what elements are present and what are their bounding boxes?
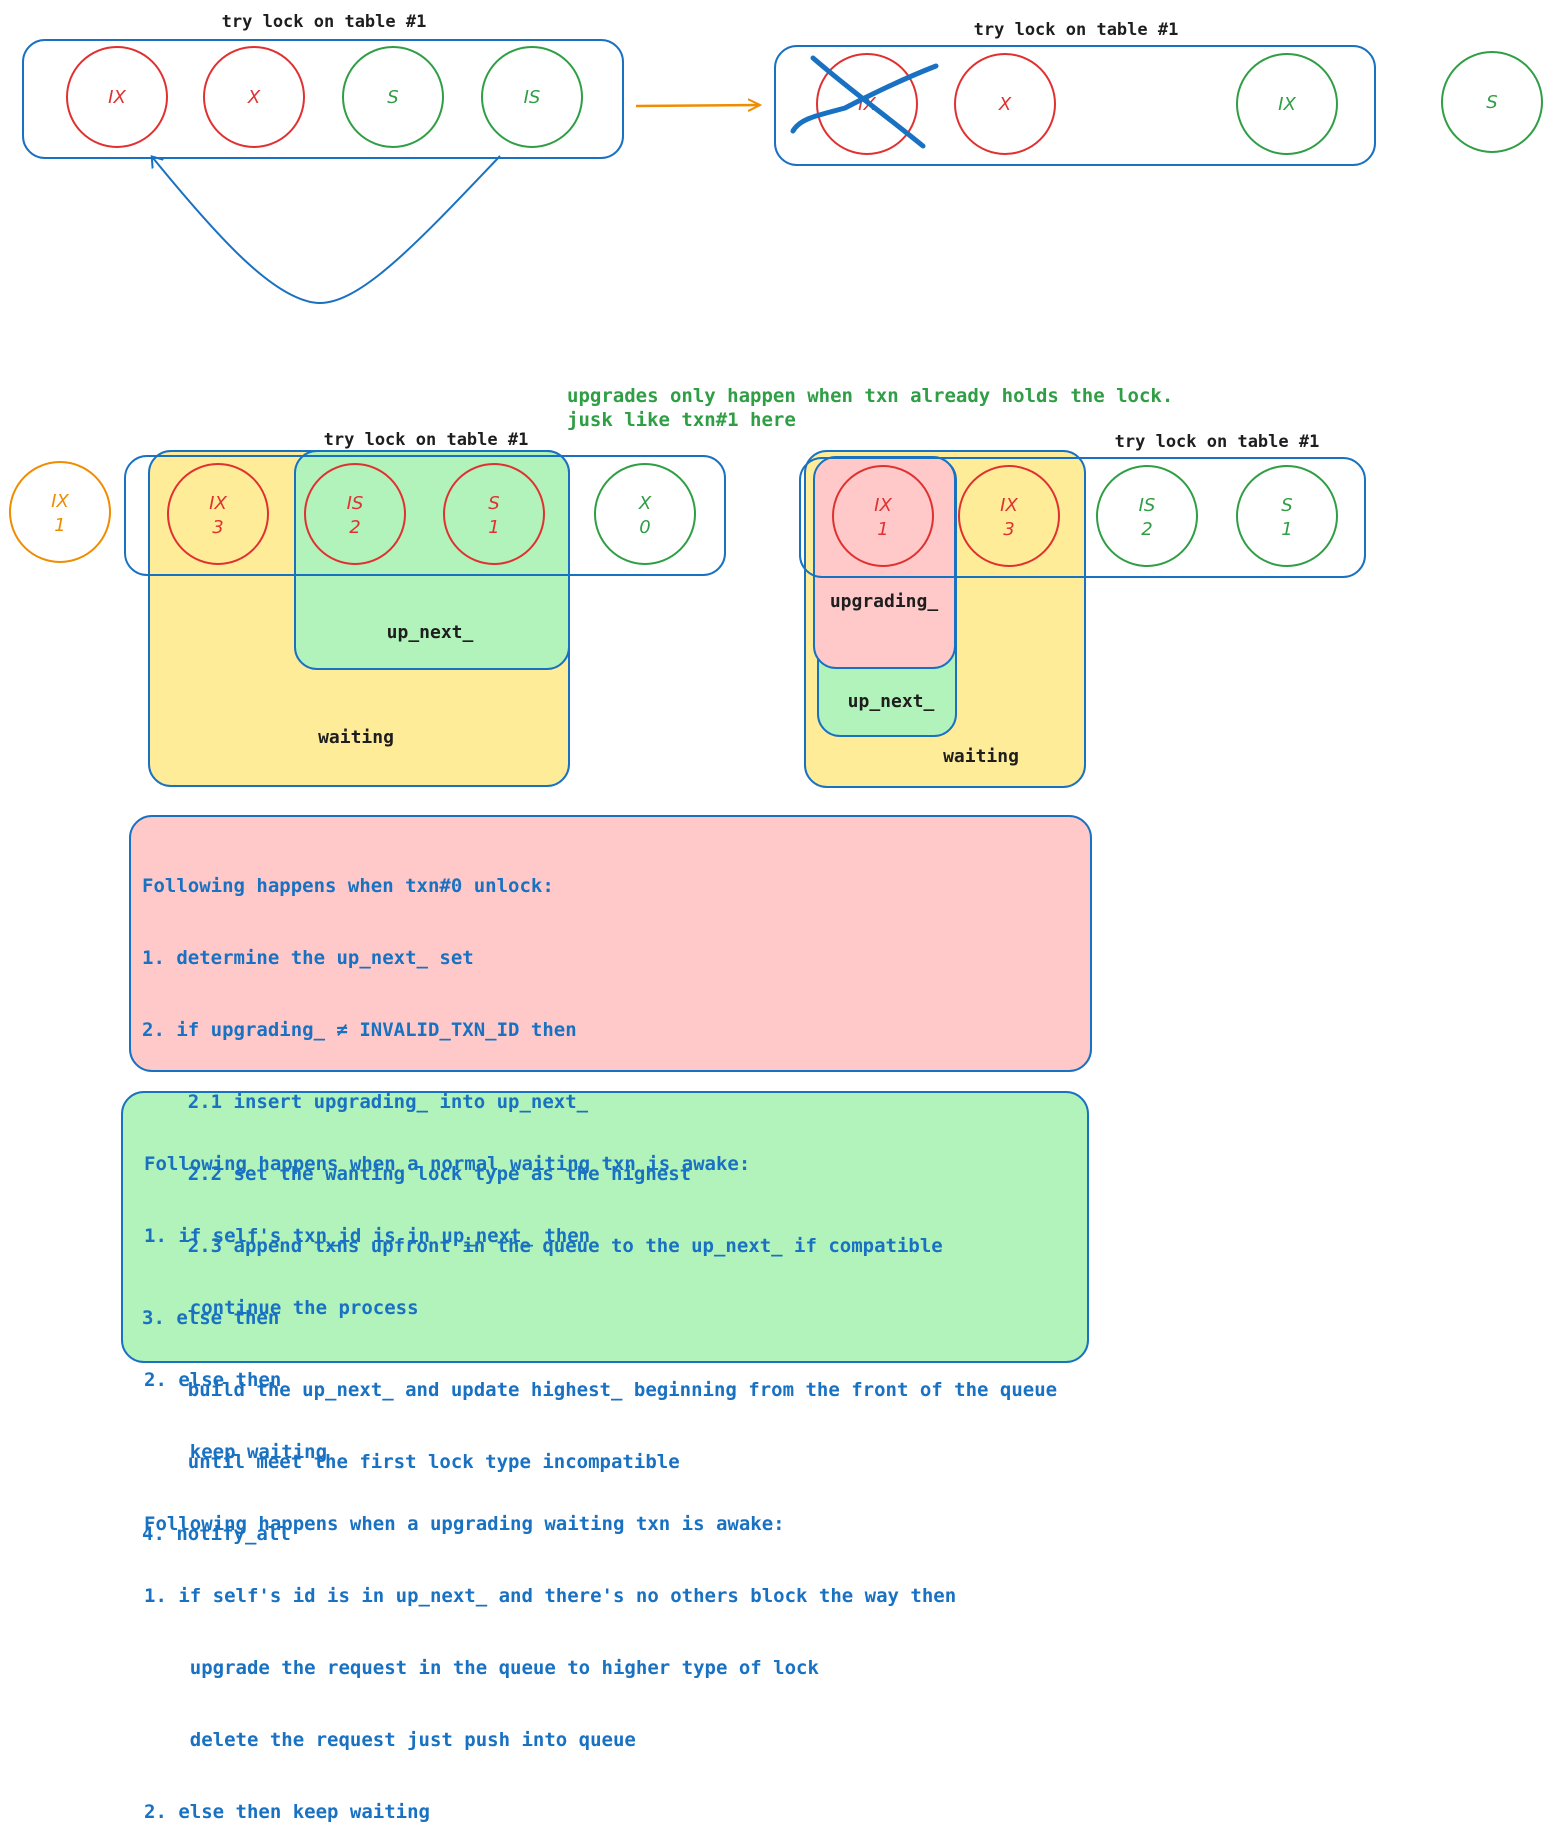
upgrade-request-node: IX 1 bbox=[9, 461, 111, 563]
lock-request-node-label: IS bbox=[524, 87, 541, 108]
lock-request-node-label: IX bbox=[108, 87, 126, 108]
awake-step-line: 1. if self's txn_id is in up_next_ then bbox=[144, 1225, 591, 1247]
panel1-nodes: IX X S IS bbox=[66, 46, 583, 148]
panel2-title: try lock on table #1 bbox=[974, 20, 1179, 40]
strike-line-1 bbox=[810, 55, 926, 149]
lock-request-node-txn-id: 2 bbox=[349, 517, 360, 538]
panel3-waiting-label: waiting bbox=[318, 727, 394, 748]
lock-request-node-circle bbox=[594, 463, 696, 565]
awake-step-line: 1. if self's id is in up_next_ and there… bbox=[144, 1585, 957, 1607]
upgrade-request-node-txn-id: 1 bbox=[54, 515, 65, 536]
lock-request-node: IX bbox=[1236, 53, 1338, 155]
lock-request-node-txn-id: 3 bbox=[212, 517, 223, 538]
panel4-up-next-label: up_next_ bbox=[848, 691, 935, 712]
lock-request-node-txn-id: 1 bbox=[877, 519, 888, 540]
lock-request-node-label: IX bbox=[1278, 94, 1296, 115]
unlock-step-line: 1. determine the up_next_ set bbox=[142, 947, 474, 969]
lock-request-node-label: IX bbox=[874, 495, 892, 516]
lock-request-node-label: S bbox=[387, 87, 398, 108]
panel4-waiting-label: waiting bbox=[943, 746, 1019, 767]
panel3-title: try lock on table #1 bbox=[324, 430, 529, 450]
panel2-nodes: IX X IX S bbox=[816, 51, 1543, 155]
awake-step-line: keep waiting bbox=[144, 1441, 328, 1463]
lock-request-node: S bbox=[342, 46, 444, 148]
incoming-request-node: S bbox=[1441, 51, 1543, 153]
lock-request-node-label: S bbox=[1281, 495, 1292, 516]
lock-request-node-circle bbox=[1096, 465, 1198, 567]
lock-request-node-label: IX bbox=[1000, 495, 1018, 516]
lock-request-node-label: S bbox=[488, 493, 499, 514]
awake-step-line: 2. else then keep waiting bbox=[144, 1801, 430, 1823]
panel4-title: try lock on table #1 bbox=[1115, 432, 1320, 452]
awake-step-line: continue the process bbox=[144, 1297, 419, 1319]
lock-request-node-txn-id: 0 bbox=[639, 517, 650, 538]
lock-request-node-label: IS bbox=[347, 493, 364, 514]
lock-request-node: IX bbox=[66, 46, 168, 148]
lock-request-node: X bbox=[954, 53, 1056, 155]
lock-request-node-label: X bbox=[247, 87, 261, 108]
upgrade-note-line1: upgrades only happen when txn already ho… bbox=[567, 385, 1173, 407]
awake-step-line: upgrade the request in the queue to high… bbox=[144, 1657, 819, 1679]
lock-request-node-label: X bbox=[638, 493, 652, 514]
unlock-step-line: Following happens when txn#0 unlock: bbox=[142, 875, 554, 897]
lock-request-node-label: IS bbox=[1139, 495, 1156, 516]
unlock-step-line: 2. if upgrading_ ≠ INVALID_TXN_ID then bbox=[142, 1019, 577, 1041]
awake-steps-text: Following happens when a normal waiting … bbox=[144, 1104, 956, 1848]
awake-step-line: Following happens when a upgrading waiti… bbox=[144, 1513, 785, 1535]
panel4-upgrading-label: upgrading_ bbox=[830, 591, 939, 612]
panel3-up-next-label: up_next_ bbox=[387, 622, 474, 643]
lock-request-node: IS bbox=[481, 46, 583, 148]
lock-request-node: IS 2 bbox=[1096, 465, 1198, 567]
panel4-upgrading-region bbox=[813, 456, 956, 669]
panel1-title: try lock on table #1 bbox=[222, 12, 427, 32]
lock-request-node-label: IX bbox=[209, 493, 227, 514]
lock-request-node: S1 bbox=[1236, 465, 1338, 567]
lock-request-node-txn-id: 2 bbox=[1141, 519, 1152, 540]
lock-request-node-circle bbox=[1236, 465, 1338, 567]
lock-request-node: X bbox=[203, 46, 305, 148]
lock-request-node: X0 bbox=[594, 463, 696, 565]
awake-step-line: Following happens when a normal waiting … bbox=[144, 1153, 751, 1175]
upgrade-request-node-circle bbox=[9, 461, 111, 563]
lock-request-node-txn-id: 1 bbox=[1281, 519, 1292, 540]
transition-arrow bbox=[635, 105, 760, 106]
lock-request-node-txn-id: 3 bbox=[1003, 519, 1014, 540]
upgrade-request-node-label: IX bbox=[51, 491, 69, 512]
incoming-request-node-label: S bbox=[1486, 92, 1497, 113]
awake-step-line: 2. else then bbox=[144, 1369, 282, 1391]
lock-request-node-txn-id: 1 bbox=[488, 517, 499, 538]
lock-request-node-label: X bbox=[998, 94, 1012, 115]
upgrade-note-line2: jusk like txn#1 here bbox=[567, 409, 796, 431]
awake-step-line: delete the request just push into queue bbox=[144, 1729, 636, 1751]
requeue-curved-arrow bbox=[153, 156, 501, 305]
